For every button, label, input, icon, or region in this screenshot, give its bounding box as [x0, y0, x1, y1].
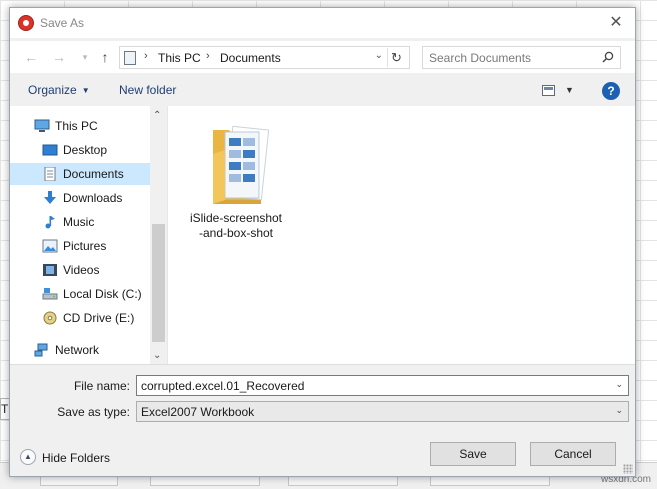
folder-icon [213, 125, 269, 204]
nav-label: Music [63, 215, 95, 229]
file-item-folder[interactable]: iSlide-screenshot -and-box-shot [186, 116, 286, 246]
nav-item-documents[interactable]: Documents [10, 163, 150, 185]
save-as-dialog: Save As ✕ ← → ▾ ↑ › This PC › Documents … [9, 7, 636, 477]
dialog-title: Save As [40, 16, 85, 30]
address-row: ← → ▾ ↑ › This PC › Documents ⌄ ↻ [10, 41, 635, 73]
close-button[interactable]: ✕ [607, 14, 625, 32]
search-input[interactable] [429, 50, 597, 65]
file-name-input[interactable] [141, 379, 601, 393]
breadcrumb-separator-icon[interactable]: › [206, 50, 210, 62]
monitor-icon [34, 119, 50, 132]
command-bar: Organize ▼ New folder ▼ ? [10, 76, 635, 106]
nav-label: Local Disk (C:) [63, 287, 142, 301]
scrollbar-thumb[interactable] [152, 224, 165, 342]
network-icon [34, 343, 48, 357]
app-icon [18, 15, 34, 31]
desktop-icon [42, 144, 58, 156]
file-name-label: File name: [73, 379, 130, 393]
nav-item-videos[interactable]: Videos [10, 259, 150, 281]
back-arrow-icon[interactable]: ← [22, 48, 40, 66]
chevron-down-icon: ▼ [81, 86, 90, 95]
nav-item-pictures[interactable]: Pictures [10, 235, 150, 257]
navigation-pane: This PC Desktop Documents Downloads Musi… [10, 106, 150, 364]
search-box[interactable] [422, 46, 621, 69]
nav-item-downloads[interactable]: Downloads [10, 187, 150, 209]
recent-locations-chevron-icon[interactable]: ▾ [76, 48, 94, 66]
address-bar[interactable]: › This PC › Documents ⌄ ↻ [119, 46, 410, 69]
nav-label: Network [55, 343, 100, 357]
breadcrumb-separator-icon[interactable]: › [144, 50, 148, 62]
file-list: iSlide-screenshot -and-box-shot [167, 106, 635, 364]
save-as-type-select[interactable]: Excel2007 Workbook ⌄ [136, 401, 629, 422]
folder-name: iSlide-screenshot -and-box-shot [186, 211, 286, 241]
nav-item-music[interactable]: Music [10, 211, 150, 233]
breadcrumb-this-pc[interactable]: This PC [158, 51, 201, 65]
hide-folders-label: Hide Folders [42, 451, 111, 465]
scroll-down-icon[interactable]: ⌄ [153, 350, 161, 361]
music-note-icon [45, 216, 55, 229]
chevron-down-icon[interactable]: ⌄ [615, 379, 623, 390]
address-dropdown-icon[interactable]: ⌄ [375, 50, 383, 61]
save-button[interactable]: Save [430, 442, 516, 466]
search-icon[interactable] [602, 51, 614, 63]
nav-label: CD Drive (E:) [63, 311, 135, 325]
breadcrumb-documents[interactable]: Documents [220, 51, 281, 65]
film-icon [43, 264, 57, 276]
folder-name-line: -and-box-shot [198, 226, 274, 240]
documents-icon [44, 167, 56, 181]
nav-label: This PC [55, 119, 98, 133]
nav-item-network[interactable]: Network [10, 339, 150, 361]
nav-item-cd-drive[interactable]: CD Drive (E:) [10, 307, 150, 329]
hard-drive-icon [42, 288, 58, 300]
up-arrow-icon[interactable]: ↑ [96, 48, 114, 66]
help-icon[interactable]: ? [602, 82, 620, 100]
navigation-scrollbar[interactable]: ⌃ ⌄ [150, 106, 167, 364]
view-options-icon[interactable] [542, 85, 555, 96]
nav-item-desktop[interactable]: Desktop [10, 139, 150, 161]
cd-drive-icon [43, 311, 57, 325]
organize-label: Organize [28, 83, 77, 97]
pictures-icon [42, 239, 58, 253]
chevron-down-icon[interactable]: ⌄ [615, 405, 623, 416]
nav-item-local-disk[interactable]: Local Disk (C:) [10, 283, 150, 305]
nav-label: Documents [63, 167, 124, 181]
save-as-type-value: Excel2007 Workbook [141, 405, 255, 419]
file-name-combobox[interactable]: ⌄ [136, 375, 629, 396]
folder-name-line: iSlide-screenshot [189, 211, 283, 225]
chevron-up-icon: ▲ [20, 449, 36, 465]
save-fields: File name: ⌄ Save as type: Excel2007 Wor… [10, 364, 635, 424]
chevron-down-icon[interactable]: ▼ [565, 85, 574, 95]
nav-label: Pictures [63, 239, 107, 253]
new-folder-button[interactable]: New folder [119, 83, 176, 97]
title-bar: Save As ✕ [10, 8, 635, 38]
nav-item-this-pc[interactable]: This PC [10, 115, 150, 137]
resize-grip-icon[interactable] [623, 464, 633, 474]
nav-label: Downloads [63, 191, 123, 205]
refresh-icon[interactable]: ↻ [387, 48, 405, 67]
nav-label: Videos [63, 263, 100, 277]
forward-arrow-icon[interactable]: → [50, 48, 68, 66]
documents-location-icon [124, 51, 136, 65]
download-arrow-icon [44, 191, 56, 204]
nav-label: Desktop [63, 143, 108, 157]
cancel-button[interactable]: Cancel [530, 442, 616, 466]
scroll-up-icon[interactable]: ⌃ [153, 110, 161, 121]
save-as-type-label: Save as type: [57, 405, 130, 419]
organize-button[interactable]: Organize ▼ [28, 83, 90, 97]
dialog-footer: ▲ Hide Folders Save Cancel [10, 428, 635, 476]
